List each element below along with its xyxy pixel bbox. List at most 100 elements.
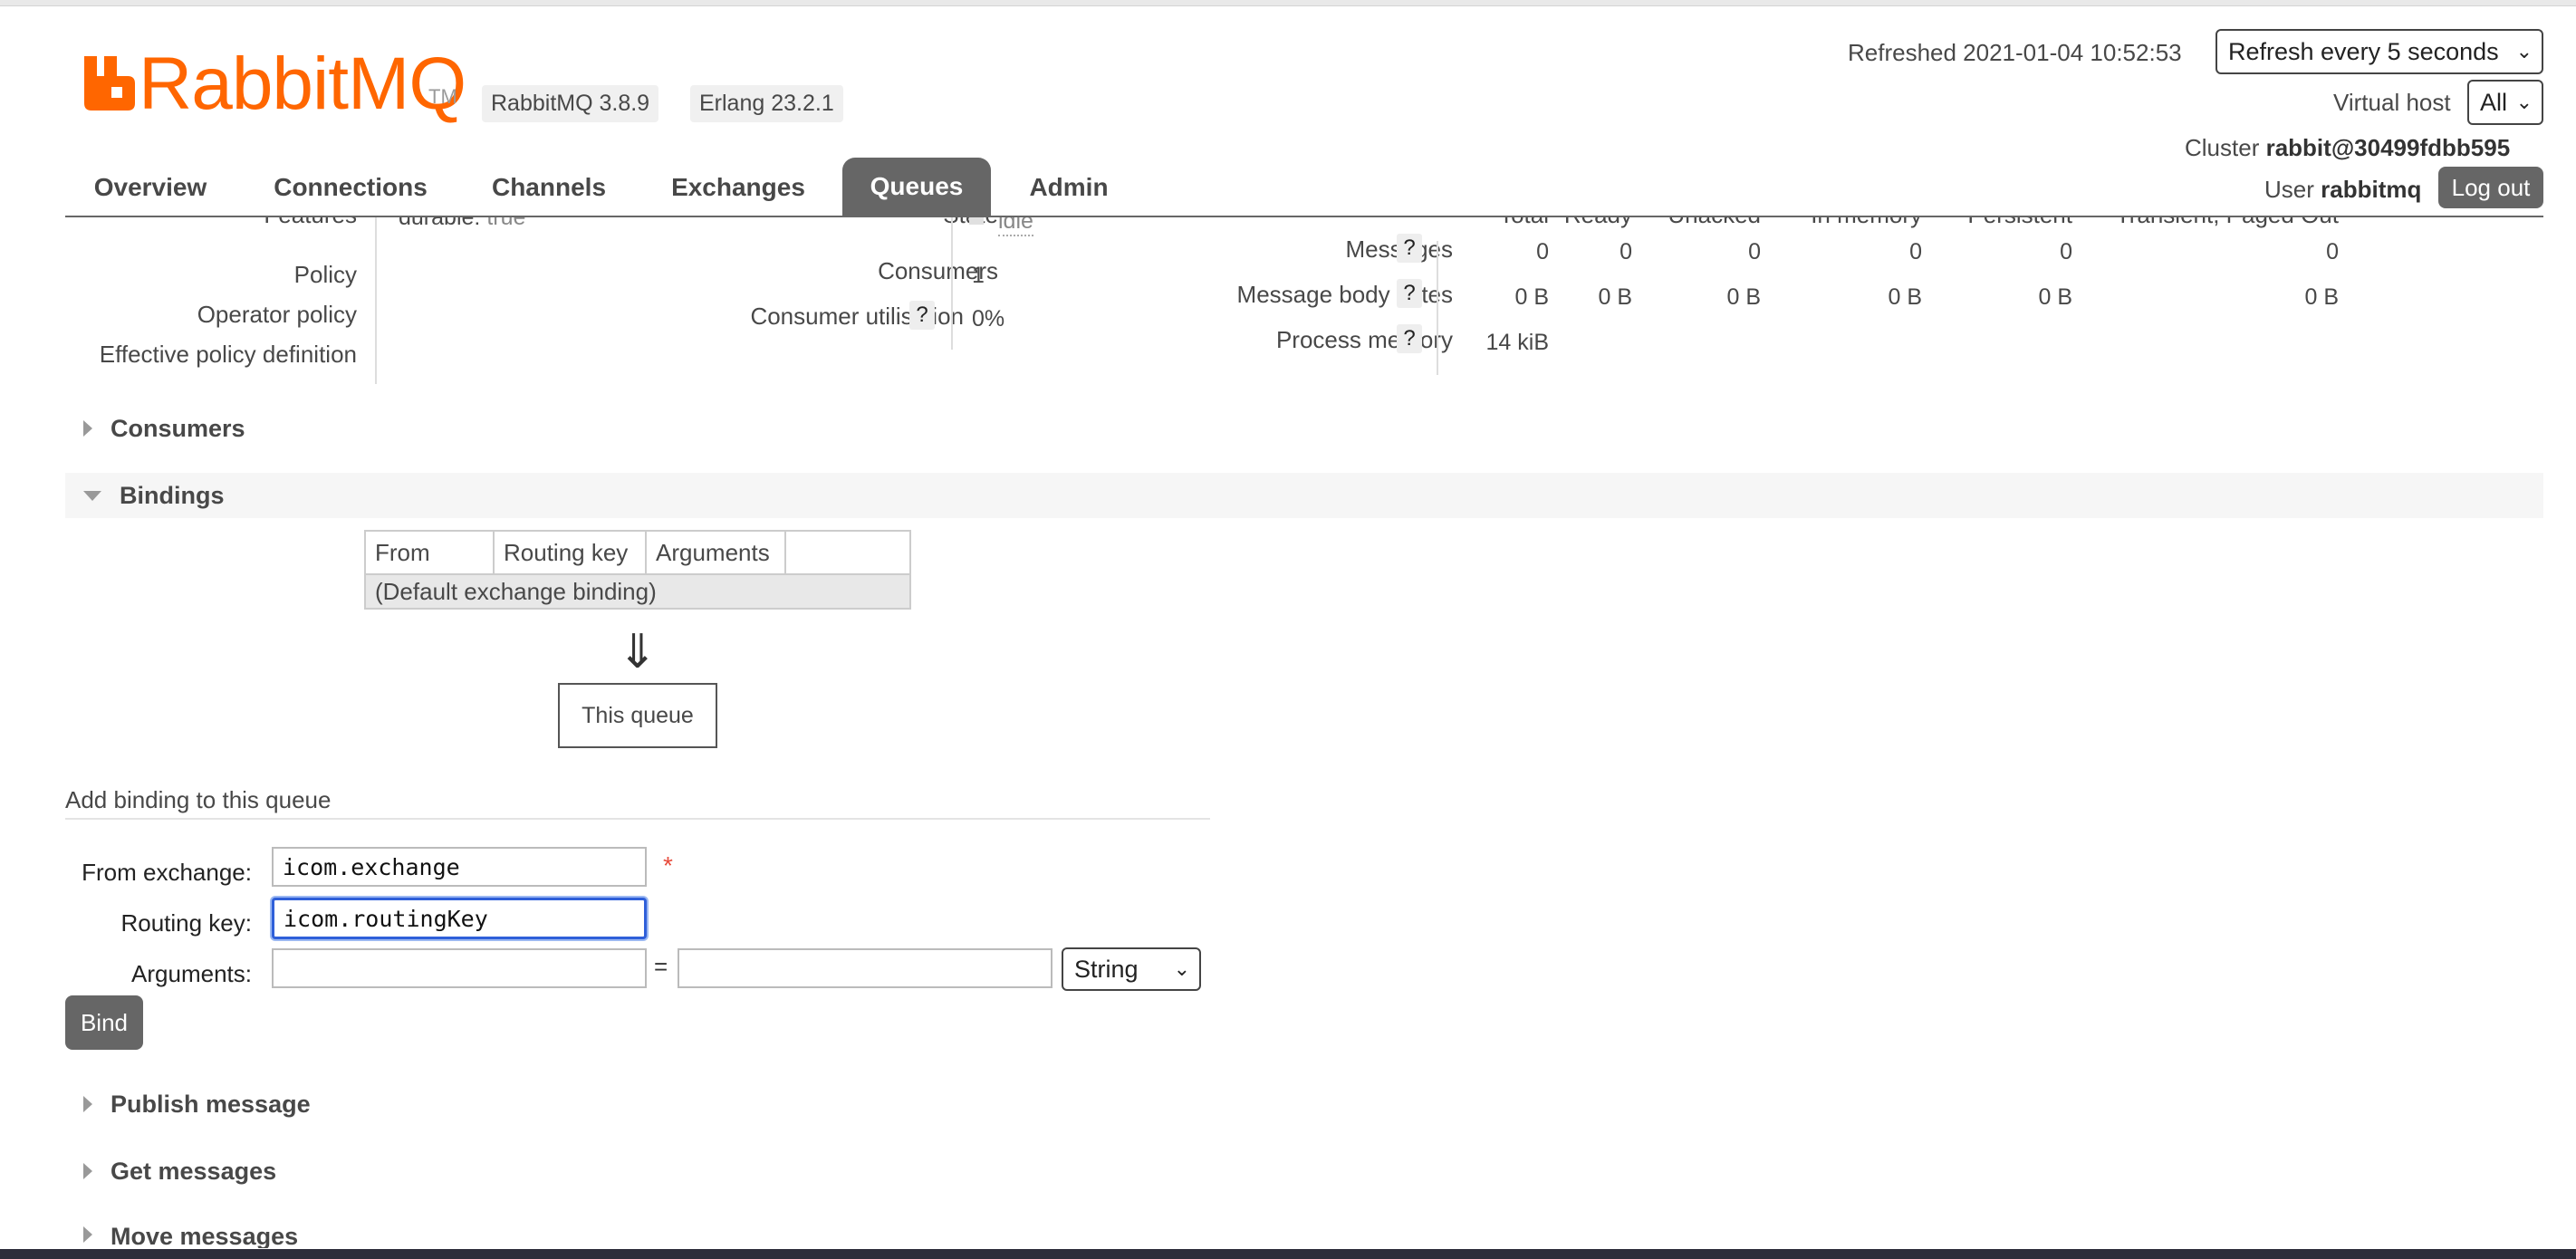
divider bbox=[951, 217, 953, 350]
refresh-interval-select[interactable]: Refresh every 5 seconds ⌄ bbox=[2216, 29, 2543, 74]
equals-sign: = bbox=[654, 953, 668, 980]
erlang-badge: Erlang 23.2.1 bbox=[690, 85, 843, 122]
chevron-down-icon: ⌄ bbox=[2515, 40, 2533, 62]
triangle-right-icon bbox=[83, 1163, 92, 1179]
logout-button[interactable]: Log out bbox=[2438, 167, 2543, 208]
nav-underline bbox=[65, 216, 2543, 217]
tab-connections[interactable]: Connections bbox=[263, 159, 438, 216]
column-ready: Ready bbox=[1536, 217, 1632, 229]
user-name: rabbitmq bbox=[2321, 176, 2422, 203]
triangle-down-icon bbox=[83, 490, 101, 501]
this-queue-box: This queue bbox=[558, 683, 717, 748]
publish-message-section-toggle[interactable]: Publish message bbox=[65, 1081, 2543, 1127]
chevron-down-icon: ⌄ bbox=[1173, 957, 1190, 980]
consumers-label: Consumers bbox=[878, 257, 998, 284]
virtual-host-select[interactable]: All ⌄ bbox=[2467, 80, 2543, 125]
messages-transient: 0 bbox=[2326, 239, 2339, 264]
bindings-section-toggle[interactable]: Bindings bbox=[65, 473, 2543, 518]
message-body-bytes-help-button[interactable]: ? bbox=[1397, 279, 1422, 308]
publish-message-label: Publish message bbox=[111, 1090, 311, 1118]
cluster-label: Cluster bbox=[2185, 134, 2260, 161]
state-indicator bbox=[969, 217, 984, 225]
triangle-right-icon bbox=[83, 1096, 92, 1112]
argument-value-input[interactable] bbox=[678, 948, 1053, 988]
consumers-section-label: Consumers bbox=[111, 414, 245, 442]
get-messages-label: Get messages bbox=[111, 1157, 277, 1185]
routing-key-input[interactable] bbox=[272, 898, 647, 939]
state-value: idle bbox=[998, 217, 1033, 236]
triangle-right-icon bbox=[83, 1226, 92, 1243]
get-messages-section-toggle[interactable]: Get messages bbox=[65, 1148, 2543, 1194]
table-row: (Default exchange binding) bbox=[366, 573, 909, 608]
move-messages-label: Move messages bbox=[111, 1223, 299, 1248]
messages-persistent: 0 bbox=[2060, 239, 2072, 264]
divider bbox=[375, 217, 377, 384]
tab-channels[interactable]: Channels bbox=[480, 159, 618, 216]
body-bytes-in-memory: 0 B bbox=[1888, 284, 1922, 310]
divider bbox=[1437, 241, 1438, 375]
add-binding-title: Add binding to this queue bbox=[65, 786, 332, 813]
column-persistent: Persistent bbox=[1931, 217, 2072, 229]
body-bytes-ready: 0 B bbox=[1598, 284, 1632, 310]
version-badge: RabbitMQ 3.8.9 bbox=[482, 85, 659, 122]
form-divider bbox=[65, 818, 1210, 820]
messages-in-memory: 0 bbox=[1909, 239, 1922, 264]
operator-policy-label: Operator policy bbox=[197, 301, 357, 328]
virtual-host-label: Virtual host bbox=[2333, 89, 2451, 116]
argument-type-select[interactable]: String ⌄ bbox=[1062, 947, 1201, 991]
messages-help-button[interactable]: ? bbox=[1397, 234, 1422, 263]
body-bytes-transient: 0 B bbox=[2304, 284, 2339, 310]
logo-mq: MQ bbox=[348, 43, 466, 125]
tab-exchanges[interactable]: Exchanges bbox=[659, 159, 817, 216]
user-info: User rabbitmq bbox=[2264, 176, 2421, 204]
move-messages-section-toggle[interactable]: Move messages bbox=[65, 1216, 2543, 1248]
argument-key-input[interactable] bbox=[272, 948, 647, 988]
bindings-column-arguments: Arguments bbox=[647, 532, 786, 573]
effective-policy-label: Effective policy definition bbox=[99, 341, 357, 368]
logo-rabbit: Rabbit bbox=[139, 43, 349, 125]
column-unacked: Unacked bbox=[1645, 217, 1761, 229]
tab-admin[interactable]: Admin bbox=[1014, 159, 1123, 216]
window-bottom-edge bbox=[0, 1249, 2576, 1259]
bind-button[interactable]: Bind bbox=[65, 995, 143, 1050]
virtual-host-value: All bbox=[2480, 88, 2508, 116]
process-memory-value: 14 kiB bbox=[1485, 330, 1549, 355]
features-key: durable: bbox=[399, 217, 481, 230]
chevron-down-icon: ⌄ bbox=[2515, 91, 2533, 113]
tab-queues[interactable]: Queues bbox=[842, 158, 991, 216]
body-bytes-persistent: 0 B bbox=[2038, 284, 2072, 310]
bindings-table: From Routing key Arguments (Default exch… bbox=[364, 530, 911, 610]
triangle-right-icon bbox=[83, 420, 92, 437]
routing-key-label: Routing key: bbox=[120, 909, 252, 937]
from-exchange-input[interactable] bbox=[272, 847, 647, 887]
window-top-edge bbox=[0, 0, 2576, 6]
logo-trademark: TM bbox=[428, 85, 457, 108]
argument-type-value: String bbox=[1074, 955, 1139, 983]
tab-overview[interactable]: Overview bbox=[78, 159, 223, 216]
refresh-interval-value: Refresh every 5 seconds bbox=[2228, 37, 2499, 65]
bindings-section-label: Bindings bbox=[120, 481, 225, 509]
arguments-label: Arguments: bbox=[131, 960, 252, 987]
bindings-column-from: From bbox=[366, 532, 495, 573]
messages-unacked: 0 bbox=[1748, 239, 1761, 264]
consumers-value: 1 bbox=[972, 263, 985, 288]
logo-wordmark: RabbitMQ bbox=[139, 42, 466, 127]
arrow-down-icon: ⇓ bbox=[618, 626, 658, 678]
rabbit-logo-icon bbox=[84, 56, 135, 111]
consumer-utilisation-help-button[interactable]: ? bbox=[909, 301, 935, 330]
features-label: Features bbox=[65, 217, 357, 229]
consumers-section-toggle[interactable]: Consumers bbox=[65, 406, 2543, 451]
cluster-name: rabbit@30499fdbb595 bbox=[2265, 134, 2511, 161]
user-label: User bbox=[2264, 176, 2314, 203]
bindings-column-routing-key: Routing key bbox=[495, 532, 647, 573]
body-bytes-unacked: 0 B bbox=[1726, 284, 1761, 310]
from-exchange-label: From exchange: bbox=[82, 859, 252, 886]
consumer-utilisation-value: 0% bbox=[972, 306, 1005, 332]
features-durable-value: true bbox=[486, 217, 526, 230]
column-in-memory: In memory bbox=[1786, 217, 1922, 229]
process-memory-help-button[interactable]: ? bbox=[1397, 324, 1422, 353]
required-marker: * bbox=[663, 851, 673, 879]
state-label: State bbox=[572, 217, 998, 229]
consumer-utilisation-label: Consumer utilisation bbox=[750, 303, 964, 330]
refreshed-timestamp: Refreshed 2021-01-04 10:52:53 bbox=[1848, 39, 2182, 66]
